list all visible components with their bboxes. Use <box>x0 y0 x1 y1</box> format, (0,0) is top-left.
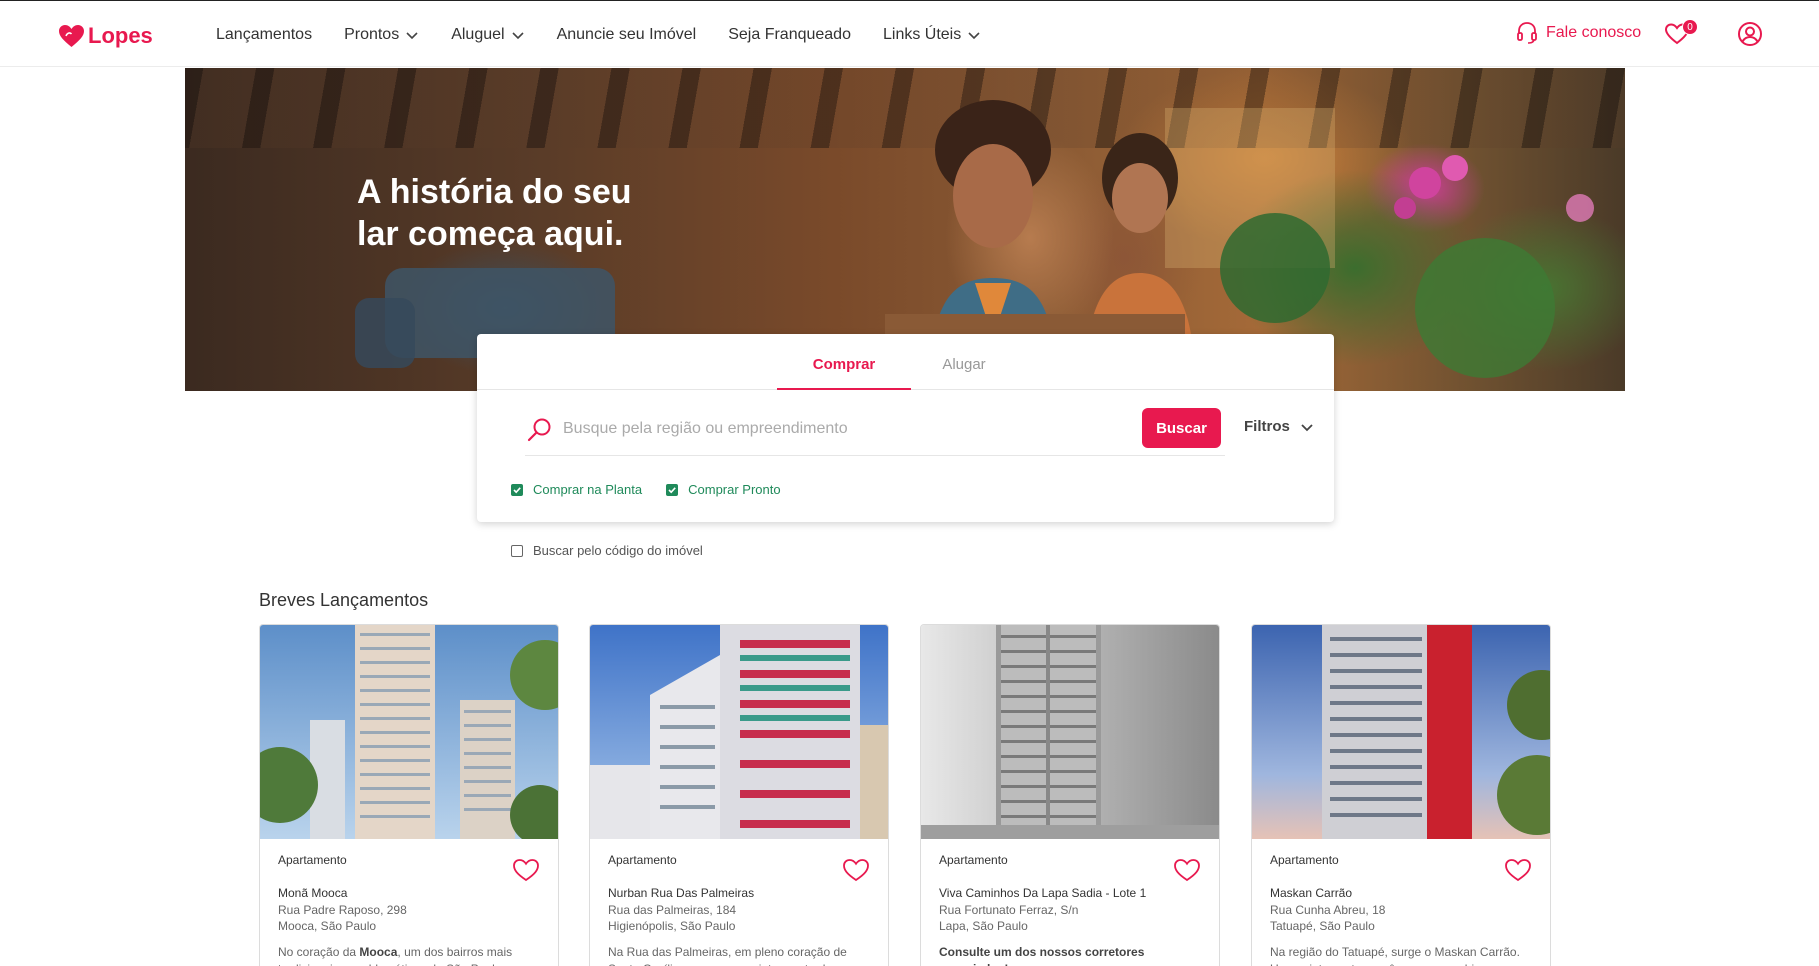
heart-logo-icon <box>59 25 84 47</box>
chevron-down-icon <box>512 32 524 40</box>
hero-title: A história do seu lar começa aqui. <box>357 173 632 253</box>
property-image <box>260 625 558 839</box>
heart-icon <box>843 859 869 882</box>
chevron-down-icon <box>406 32 418 40</box>
property-type: Apartamento <box>608 853 677 867</box>
contact-label: Fale conosco <box>1546 24 1642 41</box>
property-info: Apartamento Viva Caminhos Da Lapa Sadia … <box>939 853 1209 966</box>
address-district: Lapa, São Paulo <box>939 919 1028 933</box>
property-name: Viva Caminhos Da Lapa Sadia - Lote 1 <box>939 886 1147 900</box>
property-address: Rua Cunha Abreu, 18 Tatuapé, São Paulo <box>1270 902 1540 934</box>
nav-item-label: Links Úteis <box>882 26 962 43</box>
property-address: Rua Padre Raposo, 298 Mooca, São Paulo <box>278 902 548 934</box>
property-image <box>590 625 888 839</box>
property-info: Apartamento Nurban Rua Das Palmeiras Rua… <box>608 853 878 966</box>
property-type: Apartamento <box>278 853 347 867</box>
property-description: Na Rua das Palmeiras, em pleno coração d… <box>608 944 878 966</box>
property-address: Rua Fortunato Ferraz, S/n Lapa, São Paul… <box>939 902 1209 934</box>
property-card[interactable]: Apartamento Monã Mooca Rua Padre Raposo,… <box>259 624 559 966</box>
filters-dropdown[interactable]: Filtros <box>1244 418 1314 435</box>
site-header: Lopes Lançamentos Prontos Aluguel Anunci… <box>0 0 1819 67</box>
property-card[interactable]: Apartamento Maskan Carrão Rua Cunha Abre… <box>1251 624 1551 966</box>
logo-text: Lopes <box>88 23 153 48</box>
heart-icon <box>513 859 539 882</box>
property-info: Apartamento Maskan Carrão Rua Cunha Abre… <box>1270 853 1540 966</box>
address-district: Higienópolis, São Paulo <box>608 919 736 933</box>
purchase-type-options: Comprar na Planta Comprar Pronto <box>511 482 805 497</box>
chevron-down-icon <box>968 32 980 40</box>
chevron-down-icon <box>1301 423 1313 431</box>
favorite-toggle[interactable] <box>1173 857 1201 883</box>
checkmark-icon <box>513 486 521 493</box>
search-tabs: Comprar Alugar <box>477 334 1334 390</box>
property-name: Nurban Rua Das Palmeiras <box>608 886 755 900</box>
nav-item-label: Lançamentos <box>216 26 313 43</box>
checkmark-icon <box>668 486 676 493</box>
tab-alugar[interactable]: Alugar <box>911 356 1017 373</box>
nav-item-label: Aluguel <box>451 26 505 43</box>
checkbox-comprar-na-planta[interactable] <box>511 483 523 496</box>
address-street: Rua das Palmeiras, 184 <box>608 903 737 917</box>
favorites-count-badge: 0 <box>1682 19 1698 35</box>
property-address: Rua das Palmeiras, 184 Higienópolis, São… <box>608 902 878 934</box>
favorites-button[interactable]: 0 <box>1664 19 1698 51</box>
search-card: Comprar Alugar Buscar Filtros Comprar na… <box>477 334 1334 522</box>
description-highlight: Mooca <box>359 945 398 959</box>
property-description: Consulte um dos nossos corretores associ… <box>939 944 1209 966</box>
nav-item-lancamentos[interactable]: Lançamentos <box>216 24 312 46</box>
checkbox-label[interactable]: Comprar Pronto <box>688 482 780 497</box>
nav-item-franqueado[interactable]: Seja Franqueado <box>728 24 851 46</box>
nav-item-label: Anuncie seu Imóvel <box>556 26 697 43</box>
user-icon <box>1738 22 1762 46</box>
heart-icon <box>1174 859 1200 882</box>
nav-item-label: Seja Franqueado <box>728 26 851 43</box>
property-info: Apartamento Monã Mooca Rua Padre Raposo,… <box>278 853 548 966</box>
address-district: Mooca, São Paulo <box>278 919 377 933</box>
address-street: Rua Fortunato Ferraz, S/n <box>939 903 1079 917</box>
search-input[interactable] <box>563 414 1133 444</box>
main-nav: Lançamentos Prontos Aluguel Anuncie seu … <box>216 24 1013 46</box>
nav-item-prontos[interactable]: Prontos <box>344 24 419 46</box>
filters-label: Filtros <box>1244 418 1290 435</box>
property-type: Apartamento <box>939 853 1008 867</box>
address-street: Rua Cunha Abreu, 18 <box>1270 903 1386 917</box>
property-card[interactable]: Apartamento Nurban Rua Das Palmeiras Rua… <box>589 624 889 966</box>
code-search-option[interactable]: Buscar pelo código do imóvel <box>511 543 703 558</box>
search-button[interactable]: Buscar <box>1142 408 1221 448</box>
code-search-label: Buscar pelo código do imóvel <box>533 543 703 558</box>
favorite-toggle[interactable] <box>512 857 540 883</box>
address-street: Rua Padre Raposo, 298 <box>278 903 407 917</box>
favorite-toggle[interactable] <box>842 857 870 883</box>
property-name: Maskan Carrão <box>1270 886 1353 900</box>
property-name: Monã Mooca <box>278 886 348 900</box>
nav-item-label: Prontos <box>344 26 400 43</box>
description-text: Na Rua das Palmeiras, em pleno coração d… <box>608 945 848 966</box>
user-account-button[interactable] <box>1737 21 1765 49</box>
property-type: Apartamento <box>1270 853 1339 867</box>
property-description: No coração da Mooca, um dos bairros mais… <box>278 944 548 966</box>
heart-icon <box>1505 859 1531 882</box>
tab-comprar[interactable]: Comprar <box>777 356 911 390</box>
search-field <box>525 406 1225 456</box>
nav-item-anuncie[interactable]: Anuncie seu Imóvel <box>557 24 697 46</box>
description-highlight: Consulte um dos nossos corretores associ… <box>939 945 1145 966</box>
checkbox-label[interactable]: Comprar na Planta <box>533 482 642 497</box>
checkbox-comprar-pronto[interactable] <box>666 483 679 496</box>
description-text: No coração da <box>278 945 360 959</box>
description-text: Na região do Tatuapé, surge o Maskan Car… <box>1270 945 1520 966</box>
favorite-toggle[interactable] <box>1504 857 1532 883</box>
property-card[interactable]: Apartamento Viva Caminhos Da Lapa Sadia … <box>920 624 1220 966</box>
logo[interactable]: Lopes <box>58 23 153 49</box>
checkbox-codigo-imovel[interactable] <box>511 544 523 557</box>
section-title: Breves Lançamentos <box>259 590 429 610</box>
search-icon <box>527 418 551 442</box>
headset-icon <box>1517 22 1537 44</box>
nav-item-links-uteis[interactable]: Links Úteis <box>883 24 981 46</box>
property-image <box>921 625 1219 839</box>
address-district: Tatuapé, São Paulo <box>1270 919 1375 933</box>
contact-link[interactable]: Fale conosco <box>1516 21 1641 45</box>
property-description: Na região do Tatuapé, surge o Maskan Car… <box>1270 944 1540 966</box>
nav-item-aluguel[interactable]: Aluguel <box>451 24 524 46</box>
property-image <box>1252 625 1550 839</box>
